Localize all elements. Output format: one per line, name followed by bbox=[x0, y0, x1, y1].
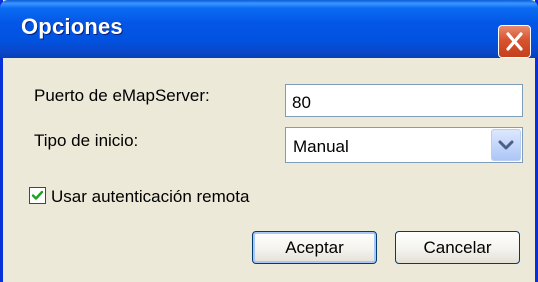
port-input[interactable] bbox=[286, 85, 522, 116]
title-bar[interactable]: Opciones bbox=[0, 0, 538, 58]
options-dialog: Opciones Puerto de eMapServer: Tipo de i… bbox=[0, 0, 538, 282]
remote-auth-checkbox[interactable] bbox=[29, 187, 46, 204]
close-icon bbox=[506, 32, 523, 51]
close-button[interactable] bbox=[498, 25, 531, 58]
cancel-button[interactable]: Cancelar bbox=[395, 231, 520, 264]
chevron-down-icon bbox=[498, 140, 514, 150]
port-label: Puerto de eMapServer: bbox=[34, 86, 210, 105]
port-field[interactable] bbox=[285, 84, 523, 117]
startup-type-label: Tipo de inicio: bbox=[34, 131, 139, 150]
startup-type-select[interactable]: Manual bbox=[285, 127, 523, 163]
startup-type-value: Manual bbox=[293, 137, 349, 156]
remote-auth-label[interactable]: Usar autenticación remota bbox=[51, 187, 249, 207]
checkmark-icon bbox=[31, 190, 44, 200]
dropdown-button[interactable] bbox=[491, 129, 521, 161]
accept-button[interactable]: Aceptar bbox=[252, 231, 377, 264]
dialog-title: Opciones bbox=[21, 14, 123, 39]
